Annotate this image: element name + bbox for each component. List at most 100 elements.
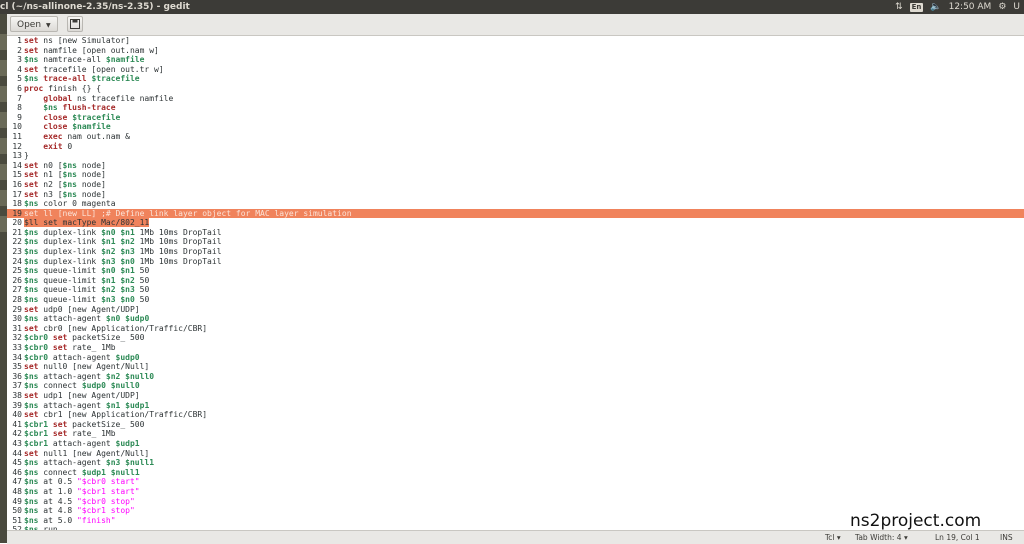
launcher-app-icon[interactable] — [0, 138, 7, 154]
launcher-app-icon[interactable] — [0, 164, 7, 180]
code-line[interactable]: 37 $ns connect $udp0 $null0 — [7, 381, 1024, 391]
code-line[interactable]: 47 $ns at 0.5 "$cbr0 start" — [7, 477, 1024, 487]
line-number: 29 — [12, 304, 22, 314]
keyboard-language-indicator[interactable]: En — [909, 2, 924, 12]
launcher-app-icon[interactable] — [0, 86, 7, 102]
line-code: close $tracefile — [24, 113, 120, 122]
code-line[interactable]: 1 set ns [new Simulator] — [7, 36, 1024, 46]
code-token: $n2 — [120, 275, 135, 285]
code-token: exec — [43, 131, 63, 141]
code-token: attach-agent — [48, 352, 116, 362]
code-token: 1Mb 10ms DropTail — [134, 256, 222, 266]
code-token: set — [24, 36, 39, 45]
code-line[interactable]: 14 set n0 [$ns node] — [7, 161, 1024, 171]
code-token: $n1 — [101, 275, 116, 285]
line-code: $ns flush-trace — [24, 103, 115, 112]
volume-icon[interactable]: 🔈 — [930, 0, 941, 14]
code-line[interactable]: 3 $ns namtrace-all $namfile — [7, 55, 1024, 65]
open-button[interactable]: Open ▼ — [10, 16, 58, 32]
launcher-app-icon[interactable] — [0, 34, 7, 50]
code-line[interactable]: 25 $ns queue-limit $n0 $n1 50 — [7, 266, 1024, 276]
code-line[interactable]: 49 $ns at 4.5 "$cbr0 stop" — [7, 497, 1024, 507]
line-code: $ns duplex-link $n3 $n0 1Mb 10ms DropTai… — [24, 257, 222, 266]
code-token: $ns — [62, 160, 77, 170]
code-line[interactable]: 9 close $tracefile — [7, 113, 1024, 123]
code-line[interactable]: 2 set namfile [open out.nam w] — [7, 46, 1024, 56]
code-token: cbr0 [new Application/Traffic/CBR] — [38, 323, 208, 333]
line-code: $ns at 4.5 "$cbr0 stop" — [24, 497, 135, 506]
code-line[interactable]: 29 set udp0 [new Agent/UDP] — [7, 305, 1024, 315]
code-line[interactable]: 30 $ns attach-agent $n0 $udp0 — [7, 314, 1024, 324]
code-line[interactable]: 42 $cbr1 set rate_ 1Mb — [7, 429, 1024, 439]
code-line[interactable]: 5 $ns trace-all $tracefile — [7, 74, 1024, 84]
code-line[interactable]: 21 $ns duplex-link $n0 $n1 1Mb 10ms DropT… — [7, 228, 1024, 238]
code-line[interactable]: 43 $cbr1 attach-agent $udp1 — [7, 439, 1024, 449]
code-token: tracefile [open out.tr w] — [38, 64, 164, 74]
settings-gear-icon[interactable]: ⚙ — [998, 0, 1006, 14]
code-line[interactable]: 15 set n1 [$ns node] — [7, 170, 1024, 180]
code-line[interactable]: 41 $cbr1 set packetSize_ 500 — [7, 420, 1024, 430]
code-line[interactable]: 36 $ns attach-agent $n2 $null0 — [7, 372, 1024, 382]
code-line[interactable]: 46 $ns connect $udp1 $null1 — [7, 468, 1024, 478]
line-code: set cbr1 [new Application/Traffic/CBR] — [24, 410, 207, 419]
code-line[interactable]: 23 $ns duplex-link $n2 $n3 1Mb 10ms DropT… — [7, 247, 1024, 257]
code-line[interactable]: 16 set n2 [$ns node] — [7, 180, 1024, 190]
code-line[interactable]: 27 $ns queue-limit $n2 $n3 50 — [7, 285, 1024, 295]
code-token: namtrace-all — [38, 55, 106, 65]
line-number: 5 — [17, 74, 22, 84]
code-token: set — [24, 179, 39, 189]
code-line[interactable]: 4 set tracefile [open out.tr w] — [7, 65, 1024, 75]
code-line[interactable]: 39 $ns attach-agent $n1 $udp1 — [7, 401, 1024, 411]
code-line[interactable]: 24 $ns duplex-link $n3 $n0 1Mb 10ms DropT… — [7, 257, 1024, 267]
network-icon[interactable]: ⇅ — [895, 0, 903, 14]
code-token: $ns — [24, 486, 39, 496]
code-token: $ns — [24, 275, 39, 285]
code-line[interactable]: 32 $cbr0 set packetSize_ 500 — [7, 333, 1024, 343]
code-line[interactable]: 20 $ll set macType Mac/802_11 — [7, 218, 1024, 228]
user-indicator[interactable]: U — [1013, 0, 1020, 14]
code-token: ns tracefile namfile — [72, 93, 174, 103]
code-line[interactable]: 40 set cbr1 [new Application/Traffic/CBR] — [7, 410, 1024, 420]
code-token: $ns — [62, 179, 77, 189]
code-line[interactable]: 35 set null0 [new Agent/Null] — [7, 362, 1024, 372]
line-code: $ns duplex-link $n0 $n1 1Mb 10ms DropTai… — [24, 228, 222, 237]
launcher-app-icon[interactable] — [0, 190, 7, 206]
code-line[interactable]: 48 $ns at 1.0 "$cbr1 start" — [7, 487, 1024, 497]
language-selector[interactable]: Tcl ▾ — [825, 531, 841, 544]
code-line[interactable]: 44 set null1 [new Agent/Null] — [7, 449, 1024, 459]
code-line[interactable]: 33 $cbr0 set rate_ 1Mb — [7, 343, 1024, 353]
launcher-app-icon[interactable] — [0, 216, 7, 232]
code-token: $cbr1 — [24, 429, 49, 439]
code-token: $namfile — [105, 55, 145, 65]
code-line[interactable]: 22 $ns duplex-link $n1 $n2 1Mb 10ms DropT… — [7, 237, 1024, 247]
code-line[interactable]: 12 exit 0 — [7, 142, 1024, 152]
launcher-app-icon[interactable] — [0, 60, 7, 76]
line-number: 41 — [12, 419, 22, 429]
clock[interactable]: 12:50 AM — [949, 0, 992, 14]
code-line[interactable]: 28 $ns queue-limit $n3 $n0 50 — [7, 295, 1024, 305]
code-editor[interactable]: 1 set ns [new Simulator] 2 set namfile [ope… — [7, 36, 1024, 530]
code-line[interactable]: 19 set ll [new LL] ;# Define link layer o… — [7, 208, 1024, 219]
code-line[interactable]: 7 global ns tracefile namfile — [7, 94, 1024, 104]
code-line[interactable]: 45 $ns attach-agent $n3 $null1 — [7, 458, 1024, 468]
code-token: set — [24, 189, 39, 199]
code-line[interactable]: 8 $ns flush-trace — [7, 103, 1024, 113]
code-line[interactable]: 38 set udp1 [new Agent/UDP] — [7, 391, 1024, 401]
code-line[interactable]: 17 set n3 [$ns node] — [7, 190, 1024, 200]
code-line[interactable]: 11 exec nam out.nam & — [7, 132, 1024, 142]
tab-width-selector[interactable]: Tab Width: 4 ▾ — [855, 531, 908, 544]
code-line[interactable]: 6 proc finish {} { — [7, 84, 1024, 94]
code-line[interactable]: 31 set cbr0 [new Application/Traffic/CBR] — [7, 324, 1024, 334]
launcher-app-icon[interactable] — [0, 112, 7, 128]
line-number: 2 — [17, 45, 22, 55]
code-line[interactable]: 10 close $namfile — [7, 122, 1024, 132]
editor-toolbar: Open ▼ — [7, 14, 1024, 36]
code-token: duplex-link — [38, 247, 102, 257]
code-line[interactable]: 34 $cbr0 attach-agent $udp0 — [7, 353, 1024, 363]
code-line[interactable]: 26 $ns queue-limit $n1 $n2 50 — [7, 276, 1024, 286]
new-document-button[interactable] — [67, 16, 83, 32]
code-line[interactable]: 13} — [7, 151, 1024, 161]
code-token: node] — [77, 170, 106, 180]
code-line[interactable]: 18 $ns color 0 magenta — [7, 199, 1024, 209]
code-token: at 0.5 — [38, 477, 77, 487]
